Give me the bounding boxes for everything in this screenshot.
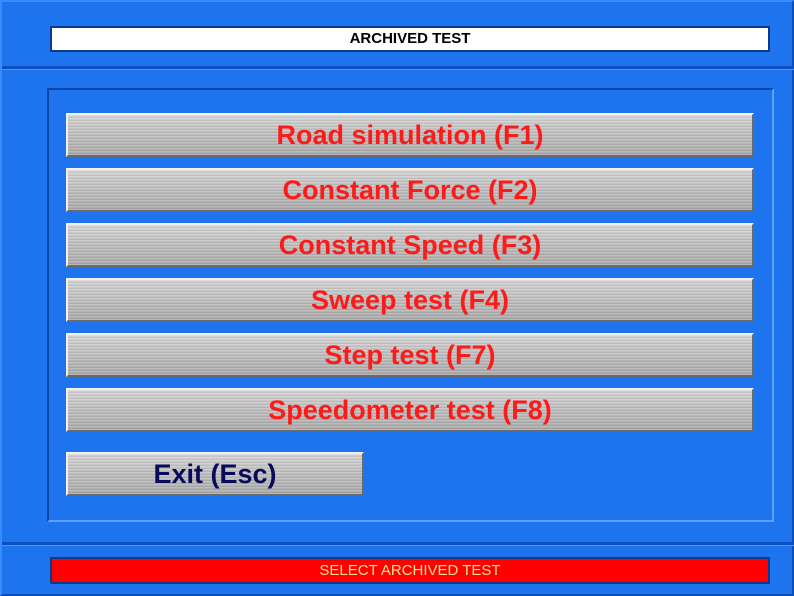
constant-speed-button[interactable]: Constant Speed (F3) (66, 223, 754, 267)
bottom-divider (2, 542, 794, 546)
sweep-test-button[interactable]: Sweep test (F4) (66, 278, 754, 322)
constant-force-button[interactable]: Constant Force (F2) (66, 168, 754, 212)
page-title: ARCHIVED TEST (50, 26, 770, 52)
top-divider (2, 66, 794, 70)
step-test-button[interactable]: Step test (F7) (66, 333, 754, 377)
road-simulation-button[interactable]: Road simulation (F1) (66, 113, 754, 157)
speedometer-test-button[interactable]: Speedometer test (F8) (66, 388, 754, 432)
exit-button[interactable]: Exit (Esc) (66, 452, 364, 496)
status-bar: SELECT ARCHIVED TEST (50, 557, 770, 584)
app-window: ARCHIVED TEST Road simulation (F1) Const… (0, 0, 794, 596)
